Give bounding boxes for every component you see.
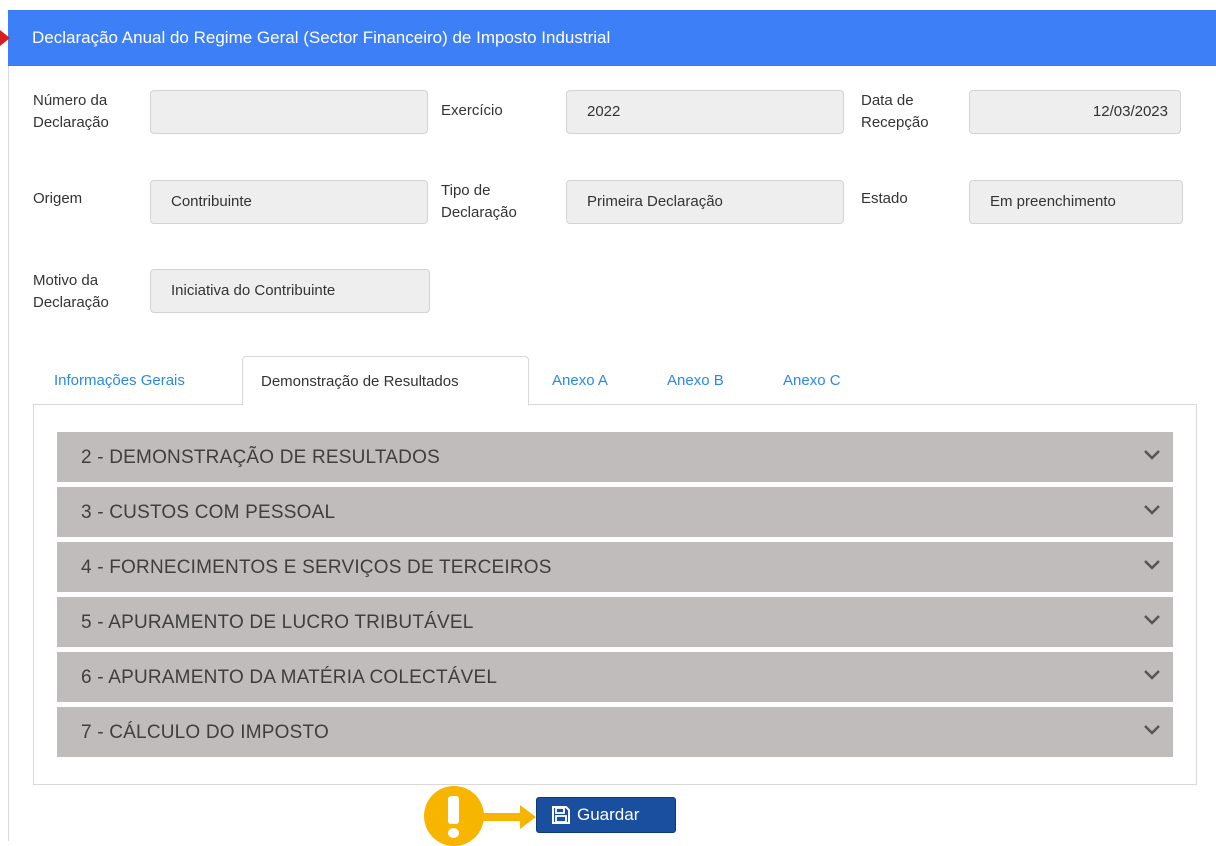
save-button-label: Guardar: [577, 805, 640, 824]
data-recepcao-field[interactable]: 12/03/2023: [969, 90, 1181, 134]
numero-declaracao-field[interactable]: [150, 90, 428, 134]
page-title: Declaração Anual do Regime Geral (Sector…: [32, 28, 611, 47]
accordion-demonstracao-resultados[interactable]: 2 - DEMONSTRAÇÃO DE RESULTADOS: [57, 432, 1173, 482]
tipo-declaracao-label: Tipo de Declaração: [441, 182, 517, 221]
estado-field[interactable]: Em preenchimento: [969, 180, 1183, 224]
accordion-apuramento-lucro[interactable]: 5 - APURAMENTO DE LUCRO TRIBUTÁVEL: [57, 597, 1173, 647]
tab-anexo-b[interactable]: Anexo B: [667, 356, 724, 404]
chevron-down-icon: [1144, 560, 1160, 570]
warning-arrow-shaft: [476, 813, 524, 821]
motivo-declaracao-field[interactable]: Iniciativa do Contribuinte: [150, 269, 430, 313]
warning-icon: [424, 786, 484, 846]
accordion-label: 4 - FORNECIMENTOS E SERVIÇOS DE TERCEIRO…: [81, 557, 552, 578]
tab-demonstracao-resultados[interactable]: Demonstração de Resultados: [242, 356, 529, 406]
header-marker-arrow: [0, 30, 10, 46]
page-left-border: [8, 66, 9, 841]
exercicio-field[interactable]: 2022: [566, 90, 844, 134]
origem-field[interactable]: Contribuinte: [150, 180, 428, 224]
chevron-down-icon: [1144, 450, 1160, 460]
numero-declaracao-label: Número da Declaração: [33, 92, 109, 131]
exclamation-bar: [448, 796, 459, 824]
motivo-declaracao-label: Motivo da Declaração: [33, 272, 109, 311]
tipo-declaracao-field[interactable]: Primeira Declaração: [566, 180, 844, 224]
accordion-label: 5 - APURAMENTO DE LUCRO TRIBUTÁVEL: [81, 612, 474, 633]
accordion-label: 7 - CÁLCULO DO IMPOSTO: [81, 722, 329, 743]
accordion-label: 2 - DEMONSTRAÇÃO DE RESULTADOS: [81, 447, 440, 468]
tab-anexo-a[interactable]: Anexo A: [552, 356, 608, 404]
exclamation-dot: [448, 828, 459, 838]
chevron-down-icon: [1144, 615, 1160, 625]
warning-arrow-head-icon: [520, 805, 536, 829]
accordion-label: 3 - CUSTOS COM PESSOAL: [81, 502, 336, 523]
exercicio-label: Exercício: [441, 102, 503, 119]
accordion-apuramento-materia[interactable]: 6 - APURAMENTO DA MATÉRIA COLECTÁVEL: [57, 652, 1173, 702]
accordion-calculo-imposto[interactable]: 7 - CÁLCULO DO IMPOSTO: [57, 707, 1173, 757]
accordion-label: 6 - APURAMENTO DA MATÉRIA COLECTÁVEL: [81, 667, 498, 688]
chevron-down-icon: [1144, 670, 1160, 680]
accordion-fornecimentos-servicos[interactable]: 4 - FORNECIMENTOS E SERVIÇOS DE TERCEIRO…: [57, 542, 1173, 592]
page-header: Declaração Anual do Regime Geral (Sector…: [8, 10, 1216, 66]
chevron-down-icon: [1144, 505, 1160, 515]
tab-informacoes-gerais[interactable]: Informações Gerais: [54, 356, 185, 404]
floppy-disk-icon: [552, 806, 570, 824]
origem-label: Origem: [33, 190, 83, 207]
chevron-down-icon: [1144, 725, 1160, 735]
tab-anexo-c[interactable]: Anexo C: [783, 356, 841, 404]
accordion-custos-pessoal[interactable]: 3 - CUSTOS COM PESSOAL: [57, 487, 1173, 537]
data-recepcao-label: Data de Recepção: [861, 92, 929, 131]
estado-label: Estado: [861, 190, 908, 207]
save-button[interactable]: Guardar: [536, 797, 676, 833]
